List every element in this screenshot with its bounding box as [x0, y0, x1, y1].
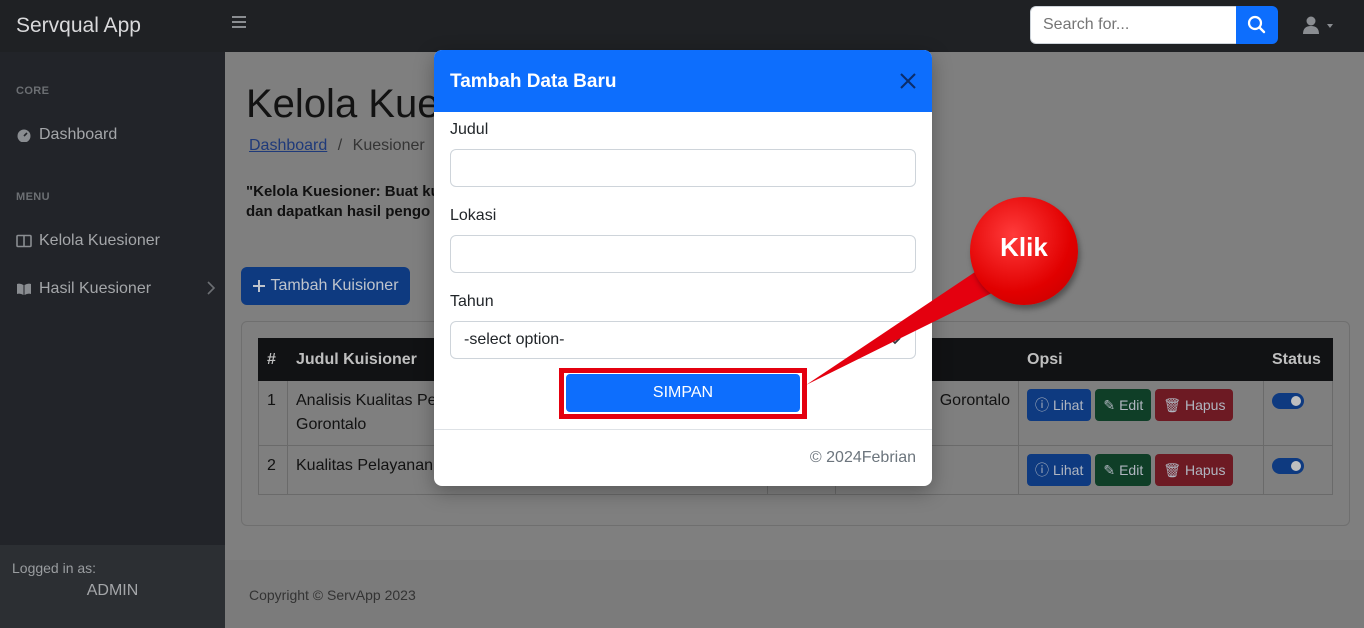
page-footer: Copyright © ServApp 2023 — [225, 560, 1364, 628]
modal-header: Tambah Data Baru — [434, 50, 932, 112]
row-status — [1263, 380, 1333, 446]
modal-title: Tambah Data Baru — [450, 71, 617, 92]
status-toggle[interactable] — [1272, 393, 1304, 409]
add-data-modal: Tambah Data Baru Judul Lokasi Tahun -sel… — [434, 50, 932, 486]
delete-button[interactable]: 🗑 Hapus — [1155, 389, 1234, 421]
chevron-down-icon — [889, 337, 901, 345]
sidebar-item-label: Kelola Kuesioner — [39, 232, 160, 249]
sidebar-item-label: Hasil Kuesioner — [39, 280, 152, 297]
edit-icon: ✎ — [1103, 462, 1116, 478]
status-toggle[interactable] — [1272, 458, 1304, 474]
row-number: 1 — [258, 380, 288, 446]
sidebar-footer: Logged in as: ADMIN — [0, 545, 225, 628]
breadcrumb: Dashboard / Kuesioner — [249, 137, 425, 155]
sidebar-heading-core: CORE — [16, 85, 50, 97]
judul-input[interactable] — [450, 149, 916, 187]
user-menu-dropdown[interactable] — [1302, 15, 1338, 37]
app-brand[interactable]: Servqual App — [16, 14, 141, 38]
row-status — [1263, 445, 1333, 495]
search-button[interactable] — [1236, 6, 1278, 44]
edit-button[interactable]: ✎ Edit — [1095, 389, 1152, 421]
user-icon — [1303, 16, 1333, 34]
row-actions: ⓘ Lihat ✎ Edit 🗑 Hapus — [1018, 445, 1264, 495]
edit-button[interactable]: ✎ Edit — [1095, 454, 1152, 486]
column-header: Status — [1263, 338, 1333, 381]
page-title: Kelola Kue — [246, 82, 440, 126]
logged-in-label: Logged in as: — [12, 560, 97, 576]
klik-callout: Klik — [970, 197, 1078, 305]
info-icon: ⓘ — [1035, 462, 1049, 478]
view-button[interactable]: ⓘ Lihat — [1027, 389, 1092, 421]
description-line: "Kelola Kuesioner: Buat ku — [246, 183, 440, 200]
view-button[interactable]: ⓘ Lihat — [1027, 454, 1092, 486]
top-navbar: Servqual App — [0, 0, 1364, 52]
sidebar-toggle-icon[interactable] — [232, 16, 246, 30]
sidebar-item-dashboard[interactable]: Dashboard — [16, 122, 216, 148]
tahun-label: Tahun — [450, 293, 494, 310]
sidebar-heading-menu: MENU — [16, 191, 50, 203]
add-kuisioner-label: Tambah Kuisioner — [270, 277, 399, 294]
breadcrumb-link-dashboard[interactable]: Dashboard — [249, 137, 327, 154]
tachometer-icon — [17, 129, 31, 142]
sidebar-item-label: Dashboard — [39, 126, 118, 143]
search-input[interactable] — [1030, 6, 1237, 44]
tahun-selected-value: -select option- — [464, 331, 565, 348]
row-actions: ⓘ Lihat ✎ Edit 🗑 Hapus — [1018, 380, 1264, 446]
page-description: "Kelola Kuesioner: Buat ku dan dapatkan … — [246, 182, 440, 222]
description-line: dan dapatkan hasil pengo — [246, 203, 431, 220]
column-header: Opsi — [1018, 338, 1264, 381]
tahun-select[interactable]: -select option- — [450, 321, 916, 359]
row-number: 2 — [258, 445, 288, 495]
edit-icon: ✎ — [1103, 397, 1116, 413]
column-header: # — [258, 338, 288, 381]
modal-divider — [434, 429, 932, 430]
book-open-icon — [17, 283, 31, 295]
trash-icon: 🗑 — [1163, 462, 1181, 478]
add-kuisioner-button[interactable]: Tambah Kuisioner — [241, 267, 410, 305]
breadcrumb-separator: / — [337, 137, 343, 154]
columns-icon — [16, 234, 32, 248]
sidebar-item-hasil-kuesioner[interactable]: Hasil Kuesioner — [16, 276, 216, 302]
delete-button[interactable]: 🗑 Hapus — [1155, 454, 1234, 486]
close-icon[interactable] — [898, 71, 918, 91]
info-icon: ⓘ — [1035, 397, 1049, 413]
lokasi-label: Lokasi — [450, 207, 497, 224]
chevron-right-icon — [207, 281, 216, 295]
breadcrumb-current: Kuesioner — [352, 137, 425, 154]
logged-in-user: ADMIN — [86, 582, 139, 599]
modal-footer-text: © 2024Febrian — [809, 449, 916, 466]
save-button-highlight — [559, 368, 807, 419]
search-icon — [1247, 15, 1266, 34]
sidebar-item-kelola-kuesioner[interactable]: Kelola Kuesioner — [16, 228, 216, 254]
plus-icon — [253, 280, 266, 292]
trash-icon: 🗑 — [1163, 397, 1181, 413]
sidebar: CORE Dashboard MENU Kelola Kuesioner Has… — [0, 52, 225, 628]
lokasi-input[interactable] — [450, 235, 916, 273]
judul-label: Judul — [450, 121, 489, 138]
